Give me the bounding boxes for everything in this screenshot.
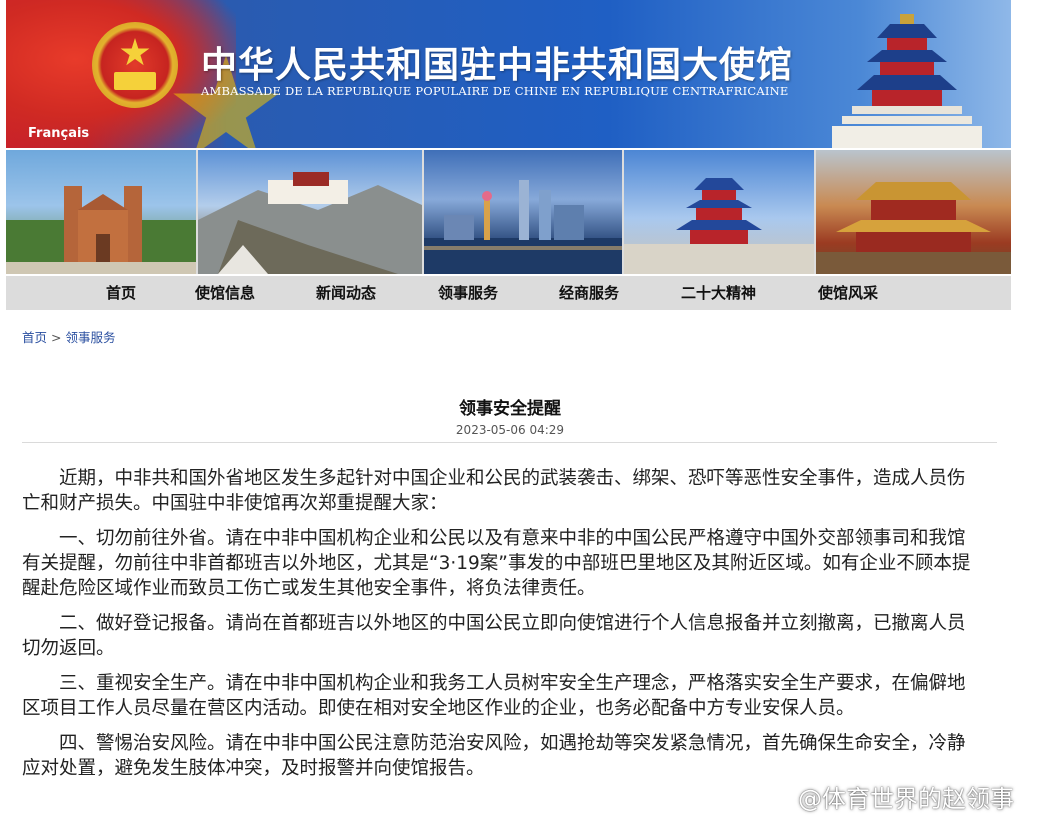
article-date: 2023-05-06 04:29 [455,423,565,437]
weibo-watermark: @体育世界的赵领事 [760,780,1014,813]
breadcrumb-home-link[interactable]: 首页 [22,330,47,345]
shanghai-skyline-photo [424,150,622,274]
nav-item-consular[interactable]: 领事服务 [438,276,498,310]
article-paragraph: 一、切勿前往外省。请在中非中国机构企业和公民以及有意来中非的中国公民严格遵守中国… [22,528,971,599]
article-paragraph: 近期，中非共和国外省地区发生多起针对中国企业和公民的武装袭击、绑架、恐吓等恶性安… [22,468,966,514]
nav-item-home[interactable]: 首页 [106,276,136,310]
nav-item-gallery[interactable]: 使馆风采 [818,276,878,310]
page: 中华人民共和国驻中非共和国大使馆 AMBASSADE DE LA REPUBLI… [0,0,1048,821]
breadcrumb-separator: > [51,330,62,345]
article-paragraph: 四、警惕治安风险。请在中非中国公民注意防范治安风险，如遇抢劫等突发紧急情况，首先… [22,733,966,779]
article-divider [22,442,997,443]
temple-of-heaven-photo [624,150,814,274]
article-body: 近期，中非共和国外省地区发生多起针对中国企业和公民的武装袭击、绑架、恐吓等恶性安… [22,466,972,791]
nav-item-business[interactable]: 经商服务 [559,276,619,310]
main-nav: 首页 使馆信息 新闻动态 领事服务 经商服务 二十大精神 使馆风采 [6,276,1011,310]
photo-strip [6,150,1011,274]
weibo-logo-icon [760,783,792,809]
watermark-text: @体育世界的赵领事 [798,784,1014,813]
forbidden-city-photo [816,150,1011,274]
temple-of-heaven-image [832,14,982,148]
site-subtitle: AMBASSADE DE LA REPUBLIQUE POPULAIRE DE … [201,84,789,98]
nav-item-news[interactable]: 新闻动态 [316,276,376,310]
article-paragraph: 三、重视安全生产。请在中非中国机构企业和我务工人员树牢安全生产理念，严格落实安全… [22,673,966,719]
cathedral-photo [6,150,196,274]
breadcrumb-current-link[interactable]: 领事服务 [66,330,116,345]
national-emblem-icon [92,22,178,108]
article-paragraph: 二、做好登记报备。请尚在首都班吉以外地区的中国公民立即向使馆进行个人信息报备并立… [22,613,966,659]
article-title: 领事安全提醒 [459,399,561,419]
nav-item-embassy-info[interactable]: 使馆信息 [195,276,255,310]
nav-item-20th-congress[interactable]: 二十大精神 [681,276,756,310]
breadcrumb: 首页 > 领事服务 [22,327,116,346]
site-banner: 中华人民共和国驻中非共和国大使馆 AMBASSADE DE LA REPUBLI… [6,0,1011,148]
language-switch-link[interactable]: Français [28,126,89,141]
potala-palace-photo [198,150,422,274]
site-title: 中华人民共和国驻中非共和国大使馆 [201,45,794,86]
